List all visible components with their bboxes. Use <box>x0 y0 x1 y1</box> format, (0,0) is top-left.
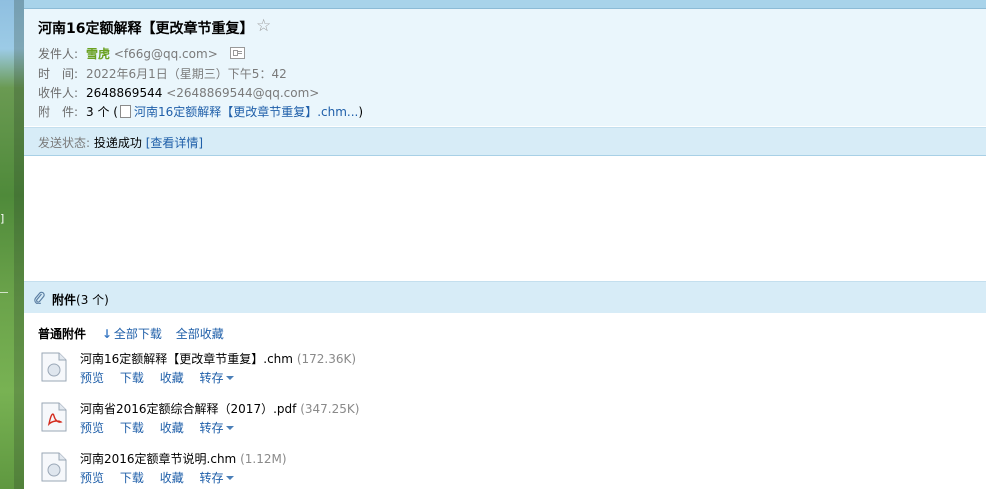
sender-label: 发件人: <box>38 47 79 61</box>
time-row: 时 间: 2022年6月1日（星期三）下午5：42 <box>38 65 287 82</box>
star-icon[interactable]: ☆ <box>256 16 271 36</box>
attachment-name[interactable]: 河南2016定额章节说明.chm <box>80 452 236 466</box>
desktop-background: ] <box>0 0 24 489</box>
email-header: 河南16定额解释【更改章节重复】 ☆ 发件人: 雪虎 <f66g@qq.com> … <box>24 9 986 126</box>
save-to-label: 转存 <box>199 371 224 385</box>
attachment-size: (1.12M) <box>240 452 287 466</box>
chm-file-icon <box>41 452 67 482</box>
delivery-status-bar: 发送状态: 投递成功 [查看详情] <box>24 127 986 156</box>
attachment-name-row: 河南省2016定额综合解释（2017）.pdf (347.25K) <box>80 400 359 417</box>
attachments-title: 附件(3 个) <box>52 291 109 308</box>
attachment-actions: 预览 下载 收藏 转存 <box>80 419 246 436</box>
attachments-summary-row: 附 件: 3 个 ( 河南16定额解释【更改章节重复】.chm...) <box>38 103 363 120</box>
status-label: 发送状态: <box>38 136 91 150</box>
time-value: 2022年6月1日（星期三）下午5：42 <box>86 67 287 81</box>
preview-link[interactable]: 预览 <box>80 471 104 485</box>
attachments-count: (3 个) <box>76 293 109 307</box>
attachment-item: 河南16定额解释【更改章节重复】.chm (172.36K) 预览 下载 收藏 … <box>38 350 938 390</box>
background-glyph: ] <box>0 212 5 225</box>
attachment-actions: 预览 下载 收藏 转存 <box>80 369 246 386</box>
background-shade <box>14 0 24 489</box>
attachment-name-row: 河南16定额解释【更改章节重复】.chm (172.36K) <box>80 350 356 367</box>
recipient-address: <2648869544@qq.com> <box>166 86 320 100</box>
recipient-name: 2648869544 <box>86 86 163 100</box>
attachment-kind-label: 普通附件 <box>38 327 87 341</box>
download-link[interactable]: 下载 <box>120 471 144 485</box>
top-bar <box>24 0 986 9</box>
attachment-toolbar: 普通附件 ↓ 全部下载 全部收藏 <box>38 325 224 342</box>
chevron-down-icon <box>225 376 234 380</box>
download-all-link[interactable]: 全部下载 <box>114 327 162 341</box>
attachments-header: 附件(3 个) <box>24 281 986 313</box>
time-label: 时 间: <box>38 67 79 81</box>
recipient-label: 收件人: <box>38 86 79 100</box>
sender-row: 发件人: 雪虎 <f66g@qq.com> <box>38 45 245 62</box>
save-to-dropdown[interactable]: 转存 <box>200 471 234 485</box>
save-to-label: 转存 <box>199 421 224 435</box>
status-value: 投递成功 <box>93 136 142 150</box>
sender-name[interactable]: 雪虎 <box>86 47 110 61</box>
attachments-count-text: 3 个 ( <box>86 105 118 119</box>
chevron-down-icon <box>225 426 234 430</box>
recipient-row: 收件人: 2648869544 <2648869544@qq.com> <box>38 84 319 101</box>
contact-card-icon[interactable] <box>229 47 245 59</box>
view-details-link[interactable]: [查看详情] <box>146 136 203 150</box>
paperclip-icon <box>34 291 45 304</box>
pdf-file-icon <box>41 402 67 432</box>
download-link[interactable]: 下载 <box>120 371 144 385</box>
attachment-item: 河南省2016定额综合解释（2017）.pdf (347.25K) 预览 下载 … <box>38 400 938 440</box>
attachments-summary-close: ) <box>358 105 364 119</box>
attachment-actions: 预览 下载 收藏 转存 <box>80 469 246 486</box>
email-subject: 河南16定额解释【更改章节重复】 <box>38 21 254 37</box>
favorite-link[interactable]: 收藏 <box>160 471 184 485</box>
attachments-title-text: 附件 <box>52 293 77 307</box>
favorite-link[interactable]: 收藏 <box>160 371 184 385</box>
attachment-size: (347.25K) <box>300 402 360 416</box>
attachments-label: 附 件: <box>38 105 79 119</box>
email-reader: 河南16定额解释【更改章节重复】 ☆ 发件人: 雪虎 <f66g@qq.com> … <box>24 0 986 489</box>
chevron-down-icon <box>225 476 234 480</box>
save-to-label: 转存 <box>199 471 224 485</box>
chm-file-icon <box>41 352 67 382</box>
download-link[interactable]: 下载 <box>120 421 144 435</box>
attachment-item: 河南2016定额章节说明.chm (1.12M) 预览 下载 收藏 转存 <box>38 450 938 490</box>
download-arrow-icon: ↓ <box>101 327 112 341</box>
sender-address: <f66g@qq.com> <box>113 47 218 61</box>
attachment-name[interactable]: 河南16定额解释【更改章节重复】.chm <box>80 352 293 366</box>
preview-link[interactable]: 预览 <box>80 371 104 385</box>
save-all-link[interactable]: 全部收藏 <box>176 327 224 341</box>
save-to-dropdown[interactable]: 转存 <box>200 371 234 385</box>
attachment-name-row: 河南2016定额章节说明.chm (1.12M) <box>80 450 287 467</box>
favorite-link[interactable]: 收藏 <box>160 421 184 435</box>
background-mark <box>0 292 8 293</box>
delivery-status: 发送状态: 投递成功 [查看详情] <box>38 134 203 151</box>
file-icon <box>119 105 131 118</box>
attachment-name[interactable]: 河南省2016定额综合解释（2017）.pdf <box>80 402 296 416</box>
first-attachment-link[interactable]: 河南16定额解释【更改章节重复】.chm... <box>134 105 358 119</box>
attachment-size: (172.36K) <box>296 352 357 366</box>
save-to-dropdown[interactable]: 转存 <box>200 421 234 435</box>
preview-link[interactable]: 预览 <box>80 421 104 435</box>
